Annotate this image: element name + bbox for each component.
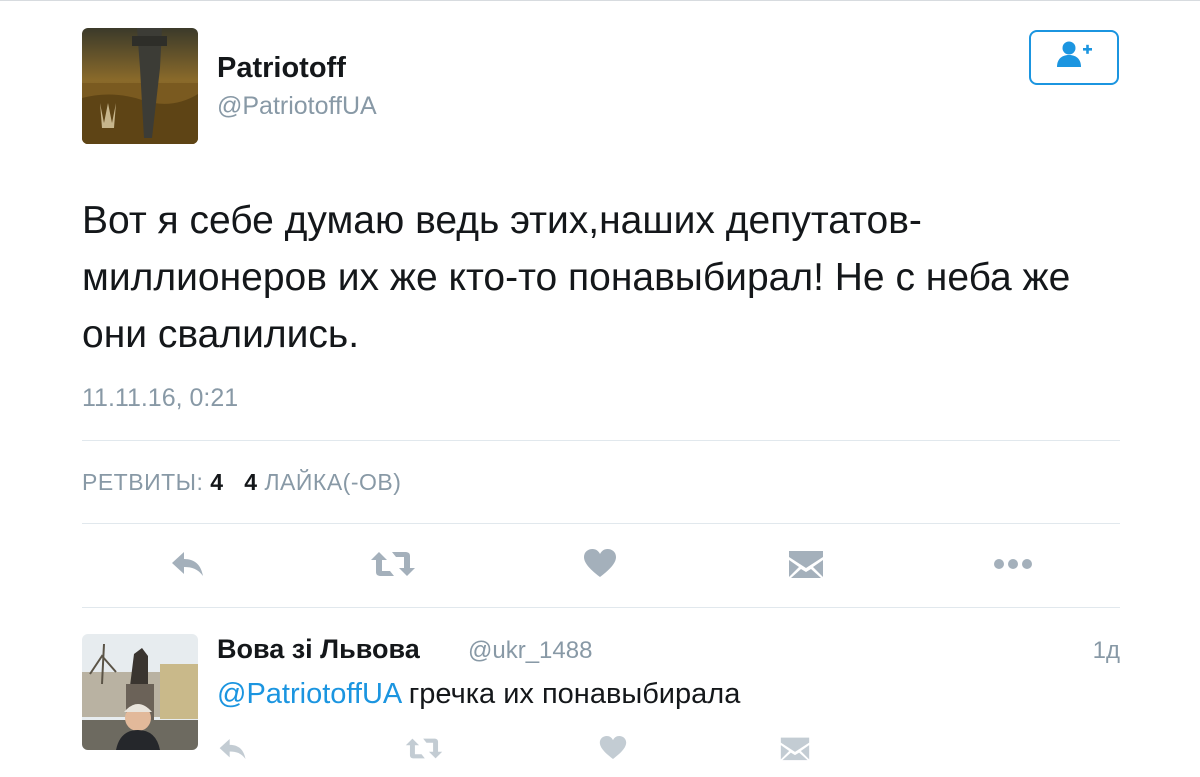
retweets-label[interactable]: РЕТВИТЫ: <box>82 469 203 495</box>
reply-author-handle[interactable]: @ukr_1488 <box>468 637 592 665</box>
reply-icon <box>218 737 248 766</box>
likes-label[interactable]: ЛАЙКА(-ОВ) <box>264 469 401 495</box>
tweet-stats: РЕТВИТЫ: 4 4 ЛАЙКА(-ОВ) <box>82 469 401 496</box>
retweet-icon <box>405 736 443 766</box>
reply-like-button[interactable] <box>596 734 630 766</box>
reply-time[interactable]: 1д <box>1080 637 1120 665</box>
reply-retweet-button[interactable] <box>404 736 444 766</box>
reply-reply-button[interactable] <box>216 736 250 766</box>
reply-message-button[interactable] <box>778 736 812 766</box>
author-avatar[interactable] <box>82 28 198 144</box>
direct-message-button[interactable] <box>786 548 826 584</box>
follow-button[interactable] <box>1029 30 1119 85</box>
reply-icon <box>170 550 206 583</box>
reply-text-body: гречка их понавыбирала <box>400 678 741 710</box>
reply-text: @PatriotoffUA гречка их понавыбирала <box>217 678 740 711</box>
author-handle[interactable]: @PatriotoffUA <box>217 92 377 121</box>
add-user-icon <box>1054 40 1094 75</box>
reply-author-name[interactable]: Вова зі Львова <box>217 634 420 665</box>
author-name[interactable]: Patriotoff <box>217 52 346 85</box>
reply-mention-link[interactable]: @PatriotoffUA <box>217 678 401 710</box>
message-icon <box>788 549 824 584</box>
message-icon <box>780 736 810 766</box>
retweet-icon <box>370 549 416 584</box>
retweets-count[interactable]: 4 <box>210 469 223 495</box>
top-divider <box>0 0 1200 1</box>
more-icon <box>993 557 1033 575</box>
reply-button[interactable] <box>168 548 208 584</box>
heart-icon <box>583 548 617 583</box>
reply-author-avatar[interactable] <box>82 634 198 750</box>
divider <box>82 440 1120 441</box>
more-button[interactable] <box>990 552 1036 580</box>
tweet-timestamp[interactable]: 11.11.16, 0:21 <box>82 384 238 413</box>
divider <box>82 607 1120 608</box>
heart-icon <box>599 735 627 765</box>
likes-count[interactable]: 4 <box>244 469 257 495</box>
like-button[interactable] <box>580 546 620 584</box>
retweet-button[interactable] <box>370 548 416 584</box>
tweet-text: Вот я себе думаю ведь этих,наших депутат… <box>82 199 1071 356</box>
divider <box>82 523 1120 524</box>
